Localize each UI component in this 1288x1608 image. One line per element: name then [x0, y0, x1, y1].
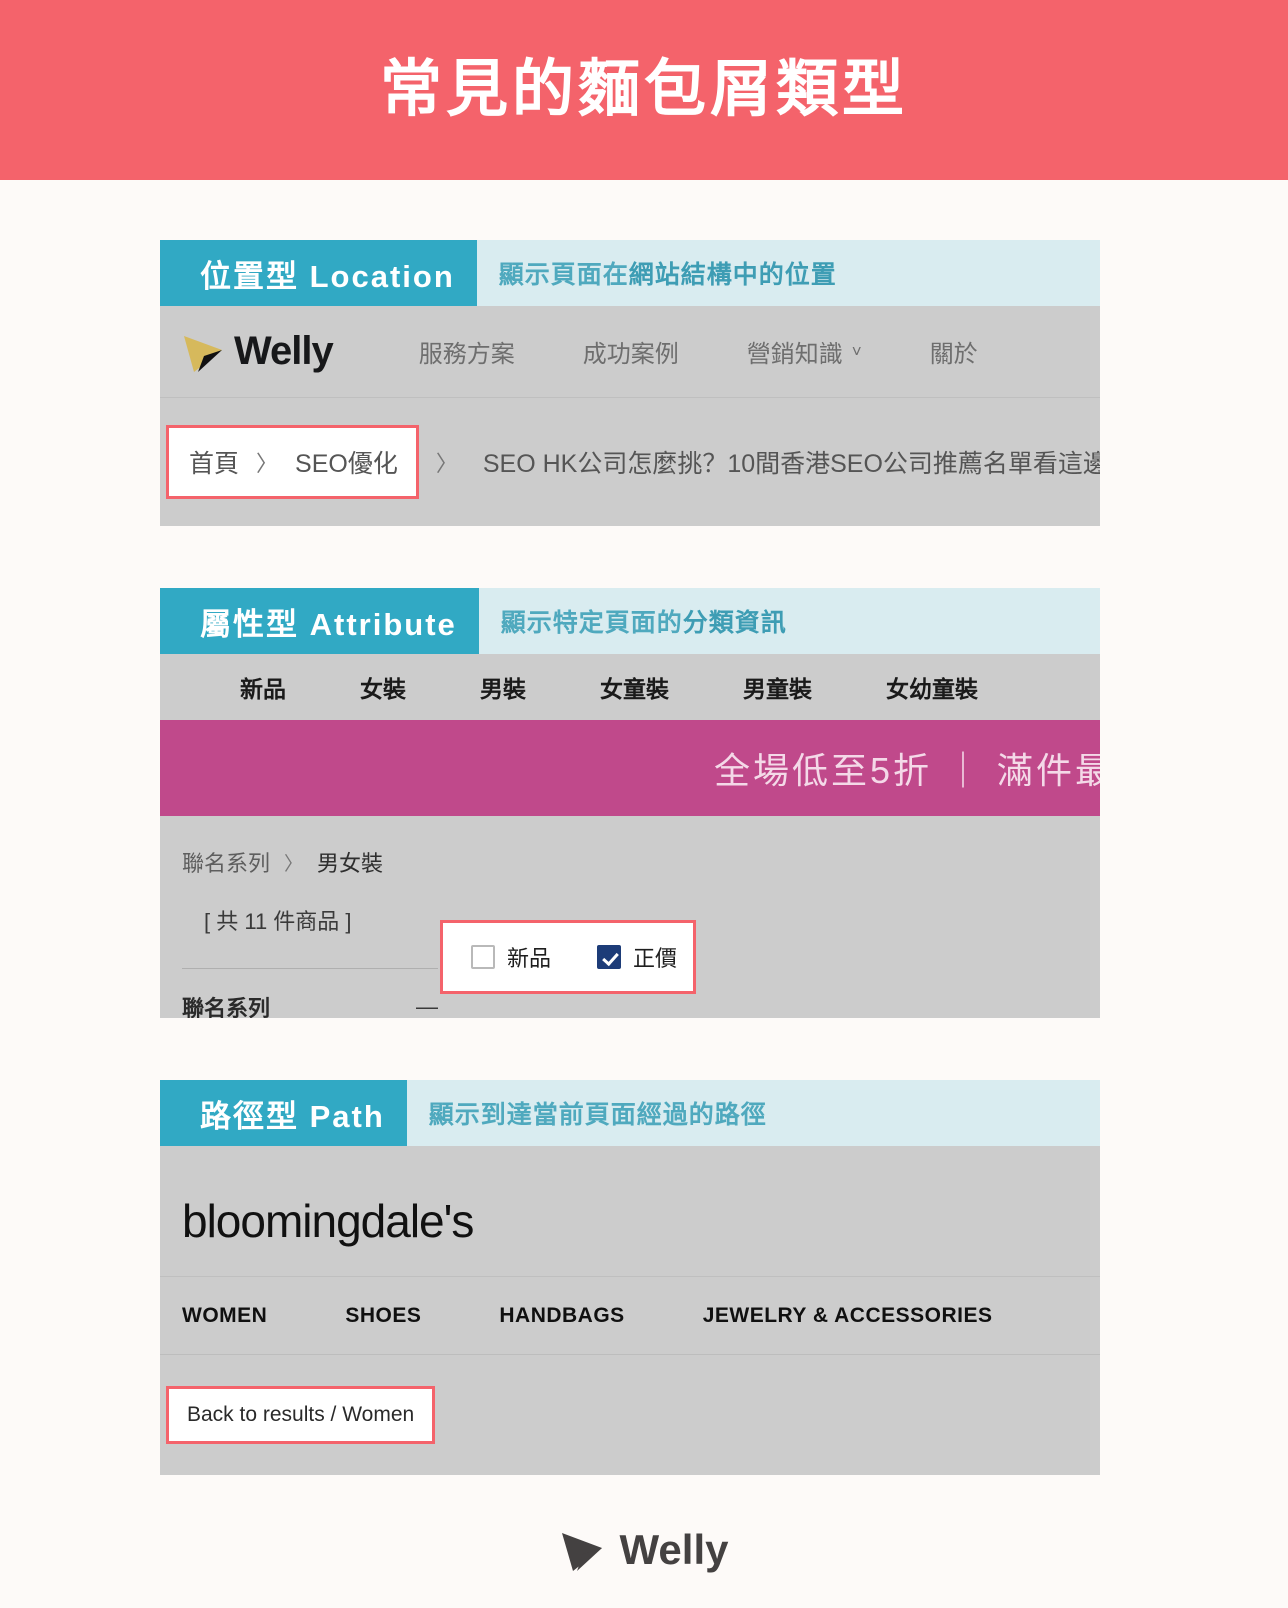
card-attribute-label: 屬性型 Attribute [160, 588, 479, 654]
chevron-down-icon: ˅ [851, 341, 862, 361]
shop-tab-5[interactable]: 女幼童裝 [886, 670, 978, 704]
facet-row-series[interactable]: 聯名系列 — [182, 991, 438, 1018]
bloomingdales-logo-area: bloomingdale's [160, 1146, 1100, 1277]
promo-banner-text: 全場低至5折 ｜ 滿件最 [713, 750, 1100, 791]
card-path-subtitle: 顯示到達當前頁面經過的路徑 [406, 1080, 1100, 1146]
card-location-subtitle: 顯示頁面在 網站結構中的位置 [476, 240, 1100, 306]
filter-label-fullprice: 正價 [633, 946, 678, 971]
welly-logo[interactable]: Welly [182, 329, 334, 374]
bloomingdales-nav-item-2[interactable]: HANDBAGS [499, 1304, 624, 1328]
bloomingdales-nav-item-0[interactable]: WOMEN [182, 1304, 267, 1328]
welly-nav-item-1-label: 成功案例 [582, 341, 679, 368]
breadcrumb-item-current: SEO HK公司怎麼挑？10間香港SEO公司推薦名單看這邊！ [482, 450, 1100, 478]
attribute-lower-area: 聯名系列 〉 男女裝 [ 共 11 件商品 ] 聯名系列 — 新品 正價 [160, 816, 1100, 1018]
breadcrumb-item-seo[interactable]: SEO優化 [295, 444, 398, 480]
breadcrumb-separator-icon: 〉 [256, 451, 279, 476]
card-attribute-subtitle-plain: 顯示特定頁面的 [500, 609, 683, 637]
facet-title: 聯名系列 [182, 996, 271, 1018]
card-attribute-body: 新品 女裝 男裝 女童裝 男童裝 女幼童裝 全場低至5折 ｜ 滿件最 聯名系列 … [160, 654, 1100, 1018]
card-attribute-subtitle-strong: 分類資訊 [682, 609, 787, 637]
checkbox-checked-icon[interactable] [597, 945, 622, 969]
welly-nav-item-1[interactable]: 成功案例 [583, 334, 679, 369]
welly-site-nav-bar: Welly 服務方案 成功案例 營銷知識 ˅ 關於 [160, 306, 1100, 398]
promo-banner: 全場低至5折 ｜ 滿件最 [160, 720, 1100, 816]
footer-logo-text: Welly [619, 1526, 729, 1573]
breadcrumb-attr-parent[interactable]: 聯名系列 [182, 846, 270, 878]
header-banner: 常見的麵包屑類型 [0, 0, 1288, 180]
welly-nav-item-0-label: 服務方案 [418, 341, 515, 368]
card-path-header: 路徑型 Path 顯示到達當前頁面經過的路徑 [160, 1080, 1100, 1146]
welly-nav-item-3[interactable]: 關於 [930, 334, 978, 369]
facet-divider [182, 968, 438, 969]
filter-label-new: 新品 [507, 946, 552, 971]
bloomingdales-logo-text[interactable]: bloomingdale's [182, 1192, 1100, 1250]
shop-tab-3[interactable]: 女童裝 [600, 670, 669, 704]
bloomingdales-nav-item-1[interactable]: SHOES [345, 1304, 421, 1328]
filter-checkbox-fullprice[interactable]: 正價 [597, 941, 677, 973]
card-location-subtitle-strong: 網站結構中的位置 [628, 261, 837, 289]
card-location-header: 位置型 Location 顯示頁面在 網站結構中的位置 [160, 240, 1100, 306]
breadcrumb-highlight-box: 首頁 〉 SEO優化 [166, 425, 419, 499]
back-to-results-row: Back to results / Women [160, 1355, 1100, 1475]
card-attribute-subtitle: 顯示特定頁面的 分類資訊 [478, 588, 1100, 654]
checkbox-unchecked-icon[interactable] [471, 945, 495, 969]
cards-container: 位置型 Location 顯示頁面在 網站結構中的位置 Welly 服務方案 成… [0, 240, 1288, 1475]
facet-collapse-icon: — [416, 994, 438, 1018]
page-title: 常見的麵包屑類型 [379, 55, 908, 124]
welly-nav: 服務方案 成功案例 營銷知識 ˅ 關於 [419, 334, 1046, 369]
shop-tab-4[interactable]: 男童裝 [743, 670, 812, 704]
shop-tab-1[interactable]: 女裝 [360, 670, 406, 704]
filter-checkbox-new[interactable]: 新品 [471, 941, 551, 973]
welly-nav-item-2-label: 營銷知識 [746, 341, 843, 368]
back-to-results-link[interactable]: Back to results / Women [166, 1386, 436, 1444]
welly-nav-item-3-label: 關於 [929, 341, 978, 368]
welly-logo-text: Welly [234, 329, 334, 373]
card-path-label: 路徑型 Path [160, 1080, 407, 1146]
card-path: 路徑型 Path 顯示到達當前頁面經過的路徑 bloomingdale's WO… [160, 1080, 1100, 1475]
shop-tab-0[interactable]: 新品 [240, 670, 286, 704]
bloomingdales-nav: WOMEN SHOES HANDBAGS JEWELRY & ACCESSORI… [160, 1277, 1100, 1355]
footer-welly-logo[interactable]: Welly [560, 1526, 729, 1574]
welly-paperplane-icon-footer [561, 1533, 602, 1571]
breadcrumb-item-home[interactable]: 首頁 [189, 444, 239, 480]
card-location: 位置型 Location 顯示頁面在 網站結構中的位置 Welly 服務方案 成… [160, 240, 1100, 526]
card-attribute-header: 屬性型 Attribute 顯示特定頁面的 分類資訊 [160, 588, 1100, 654]
breadcrumb-attr-separator-icon: 〉 [284, 853, 304, 875]
welly-paperplane-icon [184, 335, 222, 372]
shop-tab-2[interactable]: 男裝 [480, 670, 526, 704]
welly-nav-item-0[interactable]: 服務方案 [419, 334, 515, 369]
card-location-body: Welly 服務方案 成功案例 營銷知識 ˅ 關於 首頁 〉 SEO優化 〉 S… [160, 306, 1100, 526]
breadcrumb-attr-current: 男女裝 [317, 851, 384, 876]
bloomingdales-nav-item-3[interactable]: JEWELRY & ACCESSORIES [703, 1304, 993, 1328]
card-location-subtitle-plain: 顯示頁面在 [498, 261, 629, 289]
card-attribute: 屬性型 Attribute 顯示特定頁面的 分類資訊 新品 女裝 男裝 女童裝 男… [160, 588, 1100, 1018]
card-path-body: bloomingdale's WOMEN SHOES HANDBAGS JEWE… [160, 1146, 1100, 1475]
welly-nav-item-2[interactable]: 營銷知識 ˅ [747, 334, 862, 369]
breadcrumb-separator-icon-2: 〉 [435, 451, 458, 476]
filter-highlight-box: 新品 正價 [440, 920, 696, 994]
card-location-label: 位置型 Location [160, 240, 477, 306]
card-path-subtitle-plain: 顯示到達當前頁面經過的路徑 [428, 1101, 767, 1129]
breadcrumb-attribute: 聯名系列 〉 男女裝 [182, 846, 1100, 878]
footer: Welly [0, 1475, 1288, 1608]
shop-category-tabs: 新品 女裝 男裝 女童裝 男童裝 女幼童裝 [160, 654, 1100, 720]
breadcrumb-location: 首頁 〉 SEO優化 〉 SEO HK公司怎麼挑？10間香港SEO公司推薦名單看… [160, 398, 1100, 526]
